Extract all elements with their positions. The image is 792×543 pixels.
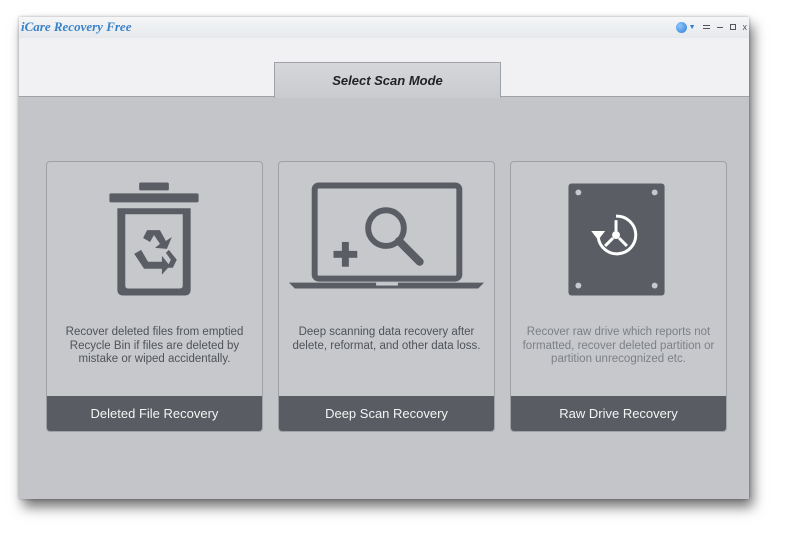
deleted-file-recovery-description: Recover deleted files from emptied Recyc… (65, 326, 244, 365)
laptop-magnifier-icon (288, 182, 485, 289)
raw-drive-recovery-button[interactable]: Raw Drive Recovery (511, 396, 726, 431)
raw-drive-icon (568, 183, 665, 296)
deleted-file-recovery-button[interactable]: Deleted File Recovery (47, 396, 262, 431)
raw-drive-recovery-card[interactable]: Recover raw drive which reports not form… (510, 161, 727, 432)
menu-icon[interactable] (702, 25, 710, 29)
globe-icon[interactable] (675, 21, 687, 33)
deleted-file-recovery-card[interactable]: Recover deleted files from emptied Recyc… (46, 161, 263, 432)
deep-scan-recovery-card[interactable]: Deep scanning data recovery after delete… (278, 161, 495, 432)
minimize-icon[interactable] (716, 26, 723, 28)
window-controls: ▼ x (675, 20, 748, 34)
tab-select-scan-mode[interactable]: Select Scan Mode (274, 62, 501, 98)
app-title: iCare Recovery Free (21, 19, 132, 34)
raw-drive-recovery-description: Recover raw drive which reports not form… (522, 326, 715, 365)
deep-scan-recovery-button[interactable]: Deep Scan Recovery (279, 396, 494, 431)
app-window: iCare Recovery Free ▼ x Select Scan Mode… (19, 17, 749, 499)
recycle-bin-icon (109, 182, 199, 296)
title-bar: iCare Recovery Free ▼ x (19, 17, 749, 38)
close-icon[interactable]: x (743, 22, 748, 32)
chevron-down-icon[interactable]: ▼ (689, 24, 696, 31)
deep-scan-recovery-description: Deep scanning data recovery after delete… (292, 326, 481, 352)
maximize-icon[interactable] (729, 24, 736, 30)
